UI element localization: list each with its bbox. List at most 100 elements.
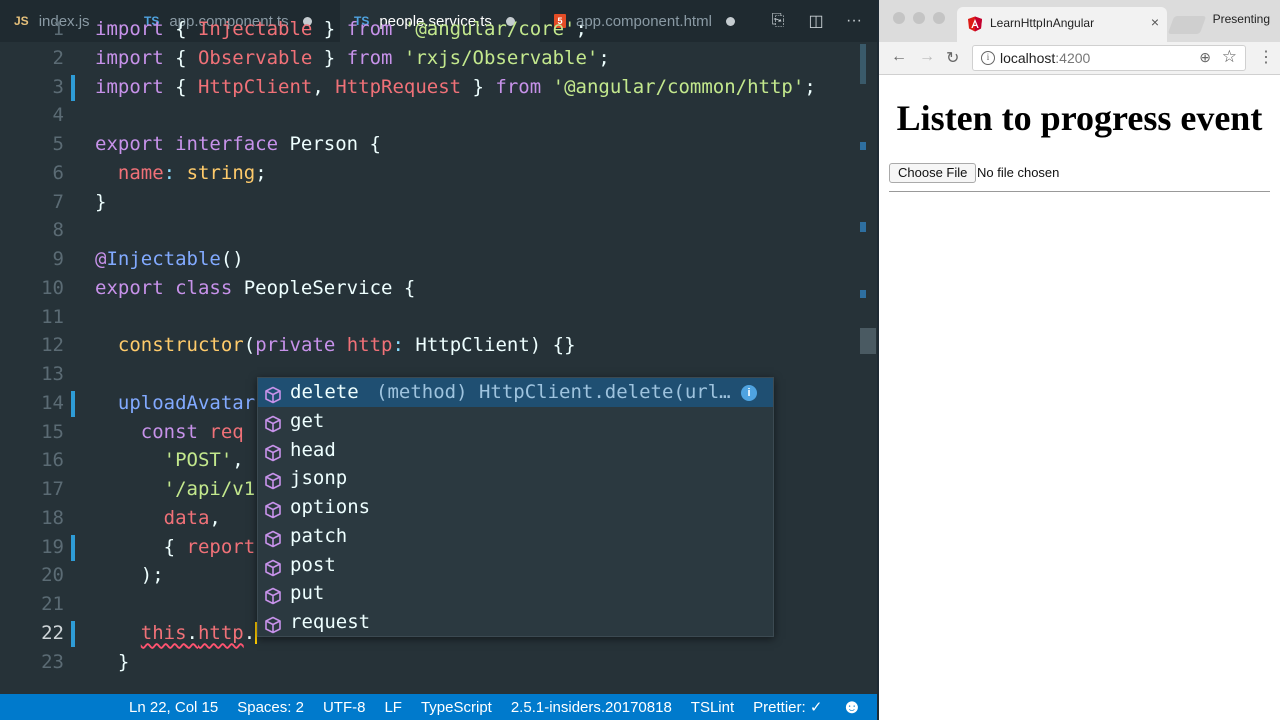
zoom-icon[interactable]: ⊕: [1199, 49, 1211, 66]
status-linter[interactable]: TSLint: [691, 699, 734, 716]
code-line[interactable]: 9 @Injectable(): [0, 245, 877, 274]
code-token: Injectable: [106, 248, 221, 270]
suggestion-item[interactable]: options: [258, 493, 773, 522]
suggestion-item[interactable]: head: [258, 436, 773, 465]
code-token: import: [95, 75, 164, 98]
choose-file-button[interactable]: Choose File: [889, 163, 977, 183]
address-bar[interactable]: i localhost:4200 ⊕ ☆: [972, 45, 1246, 71]
method-cube-icon: [264, 528, 282, 548]
method-cube-icon: [264, 470, 282, 490]
code-token: ;: [255, 161, 267, 184]
address-port: :4200: [1055, 50, 1091, 66]
suggestion-item[interactable]: patch: [258, 522, 773, 551]
page-heading: Listen to progress event: [896, 98, 1263, 138]
line-number: 20: [41, 564, 64, 587]
git-change-marker[interactable]: [71, 534, 75, 561]
status-cursor-position[interactable]: Ln 22, Col 15: [129, 699, 218, 716]
code-line[interactable]: 2 import { Observable } from 'rxjs/Observ…: [0, 44, 877, 73]
browser-tab-title: LearnHttpInAngular: [990, 16, 1095, 30]
git-change-marker[interactable]: [71, 390, 75, 417]
code-token: {: [163, 18, 198, 40]
new-tab-button[interactable]: [1167, 16, 1207, 34]
suggestion-item[interactable]: request: [258, 608, 773, 637]
file-status-text: No file chosen: [977, 165, 1060, 180]
code-line[interactable]: 12 constructor(private http: HttpClient)…: [0, 331, 877, 360]
suggestion-item[interactable]: put: [258, 579, 773, 608]
suggestion-label: delete: [290, 381, 359, 403]
code-token: ;: [804, 75, 816, 98]
line-number: 15: [41, 420, 64, 443]
close-window-button[interactable]: [893, 12, 905, 24]
angular-logo-icon: [968, 16, 982, 32]
code-token: .: [186, 621, 198, 644]
suggestion-item[interactable]: jsonp: [258, 464, 773, 493]
status-ts-version[interactable]: 2.5.1-insiders.20170818: [511, 699, 672, 716]
code-token: );: [95, 564, 164, 587]
web-page: Listen to progress event Choose File No …: [879, 75, 1280, 720]
code-line[interactable]: 11: [0, 303, 877, 332]
git-change-marker[interactable]: [71, 620, 75, 647]
code-line[interactable]: 23 }: [0, 648, 877, 677]
git-change-marker[interactable]: [71, 74, 75, 101]
status-indentation[interactable]: Spaces: 2: [237, 699, 304, 716]
line-number: 5: [52, 133, 64, 155]
browser-tab[interactable]: LearnHttpInAngular ×: [957, 7, 1167, 42]
suggestion-item[interactable]: delete (method) HttpClient.delete(url… i: [258, 378, 773, 407]
scrollbar-thumb[interactable]: [860, 328, 876, 354]
forward-arrow-icon[interactable]: →: [919, 48, 935, 66]
code-line[interactable]: 10 export class PeopleService {: [0, 274, 877, 303]
horizontal-rule: [889, 191, 1270, 192]
code-token: http: [197, 621, 244, 644]
scrollbar-marker: [860, 44, 866, 84]
status-formatter[interactable]: Prettier: ✓: [753, 698, 822, 716]
code-token: 'rxjs/Observable': [403, 46, 599, 69]
suggestion-label: post: [290, 553, 336, 576]
code-token: private: [255, 334, 336, 357]
autocomplete-widget[interactable]: delete (method) HttpClient.delete(url… i ge…: [257, 377, 774, 637]
code-line[interactable]: 6 name: string;: [0, 159, 877, 188]
line-number: 7: [52, 190, 64, 213]
site-info-icon[interactable]: i: [981, 51, 995, 65]
minimize-window-button[interactable]: [913, 12, 925, 24]
code-token: ,: [312, 75, 336, 98]
code-line[interactable]: 1 import { Injectable } from '@angular/co…: [0, 15, 877, 44]
line-number: 2: [52, 46, 64, 69]
code-token: '/api/v1: [163, 478, 256, 500]
code-line[interactable]: 7}: [0, 188, 877, 217]
feedback-smiley-icon[interactable]: ☻: [841, 696, 862, 719]
method-cube-icon: [264, 499, 282, 519]
info-icon[interactable]: i: [741, 385, 757, 401]
status-eol[interactable]: LF: [384, 699, 402, 716]
code-line[interactable]: 8: [0, 216, 877, 245]
editor-scrollbar[interactable]: [859, 42, 877, 694]
status-language[interactable]: TypeScript: [421, 699, 492, 716]
code-line[interactable]: 5 export interface Person {: [0, 130, 877, 159]
reload-icon[interactable]: ↻: [946, 48, 959, 68]
code-line[interactable]: 3 import { HttpClient, HttpRequest } from…: [0, 73, 877, 102]
code-line[interactable]: 4: [0, 101, 877, 130]
status-encoding[interactable]: UTF-8: [323, 699, 366, 716]
code-text: { report: [95, 533, 256, 562]
browser-menu-icon[interactable]: ⋮: [1258, 47, 1274, 67]
code-token: :: [392, 334, 404, 357]
line-number: 19: [41, 535, 64, 558]
maximize-window-button[interactable]: [933, 12, 945, 24]
code-token: 'POST': [163, 449, 233, 472]
line-number: 17: [41, 478, 64, 500]
code-token: '@angular/common/http': [552, 75, 805, 98]
tab-close-icon[interactable]: ×: [1151, 14, 1159, 30]
code-editor[interactable]: JS index.js TS app.component.ts TS people.ser…: [0, 0, 877, 720]
line-number: 21: [41, 593, 64, 615]
status-bar: Ln 22, Col 15 Spaces: 2 UTF-8 LF TypeScr…: [0, 694, 877, 720]
line-number: 4: [52, 104, 64, 127]
method-cube-icon: [264, 557, 282, 576]
suggestion-item[interactable]: post: [258, 551, 773, 580]
bookmark-star-icon[interactable]: ☆: [1222, 47, 1237, 67]
back-arrow-icon[interactable]: ←: [891, 48, 907, 66]
suggestion-item[interactable]: get: [258, 407, 773, 436]
